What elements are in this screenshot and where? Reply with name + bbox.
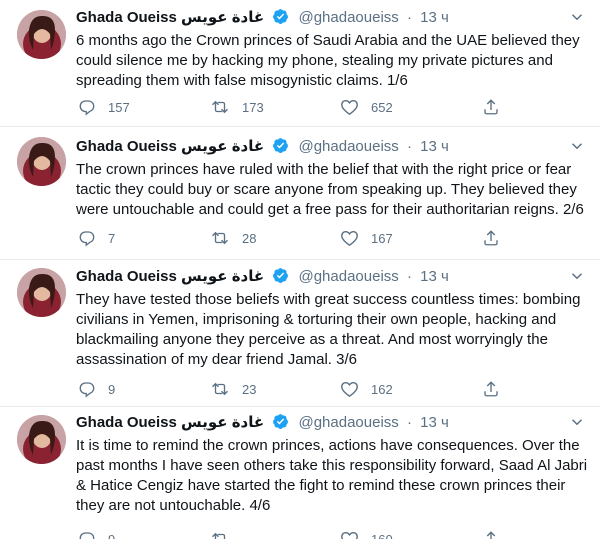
retweet-icon — [210, 98, 230, 116]
share-icon — [482, 380, 500, 398]
timeline: Ghada Oueiss غادة عويس @ghadaoueiss · 13… — [0, 0, 600, 539]
like-button[interactable]: 167 — [340, 228, 393, 248]
share-icon — [482, 229, 500, 247]
timestamp[interactable]: 13 ч — [420, 138, 449, 155]
chevron-down-icon[interactable] — [568, 267, 586, 285]
author-name-arabic[interactable]: غادة عويس — [181, 138, 264, 155]
retweet-button[interactable]: 28 — [210, 228, 256, 248]
tweet[interactable]: Ghada Oueiss غادة عويس @ghadaoueiss · 13… — [0, 407, 600, 539]
reply-icon — [78, 530, 96, 539]
author-name[interactable]: Ghada Oueiss — [76, 9, 177, 26]
separator-dot: · — [406, 414, 412, 431]
timestamp[interactable]: 13 ч — [420, 268, 449, 285]
tweet-text: It is time to remind the crown princes, … — [76, 437, 588, 514]
chevron-down-icon[interactable] — [568, 137, 586, 155]
tweet-actions: 9 160 — [76, 529, 506, 539]
tweet-text: They have tested those beliefs with grea… — [76, 291, 581, 368]
tweet-header: Ghada Oueiss غادة عويس @ghadaoueiss · 13… — [76, 137, 588, 159]
like-count: 652 — [371, 99, 393, 115]
like-button[interactable]: 652 — [340, 97, 393, 117]
timestamp[interactable]: 13 ч — [420, 9, 449, 26]
like-count: 167 — [371, 230, 393, 246]
verified-badge-icon — [272, 8, 289, 31]
author-name[interactable]: Ghada Oueiss — [76, 414, 177, 431]
reply-count: 7 — [108, 230, 116, 246]
reply-button[interactable]: 7 — [78, 228, 115, 248]
verified-badge-icon — [272, 267, 289, 290]
reply-icon — [78, 380, 96, 398]
avatar[interactable] — [17, 415, 66, 464]
share-icon — [482, 530, 500, 539]
separator-dot: · — [406, 9, 412, 26]
retweet-button[interactable]: 23 — [210, 379, 256, 399]
retweet-count: 23 — [242, 381, 257, 397]
reply-button[interactable]: 157 — [78, 97, 130, 117]
tweet[interactable]: Ghada Oueiss غادة عويس @ghadaoueiss · 13… — [0, 127, 600, 260]
like-button[interactable]: 162 — [340, 379, 393, 399]
retweet-count: 173 — [242, 99, 264, 115]
avatar[interactable] — [17, 268, 66, 317]
avatar[interactable] — [17, 10, 66, 59]
like-button[interactable]: 160 — [340, 529, 393, 539]
author-name[interactable]: Ghada Oueiss — [76, 268, 177, 285]
chevron-down-icon[interactable] — [568, 413, 586, 431]
reply-button[interactable]: 9 — [78, 529, 115, 539]
reply-count: 157 — [108, 99, 130, 115]
reply-icon — [78, 98, 96, 116]
retweet-count: 28 — [242, 230, 257, 246]
tweet-header: Ghada Oueiss غادة عويس @ghadaoueiss · 13… — [76, 8, 588, 30]
retweet-button[interactable] — [210, 529, 242, 539]
chevron-down-icon[interactable] — [568, 8, 586, 26]
like-count: 160 — [371, 531, 393, 539]
separator-dot: · — [406, 268, 412, 285]
author-name-arabic[interactable]: غادة عويس — [181, 414, 264, 431]
retweet-icon — [210, 530, 230, 539]
share-button[interactable] — [482, 97, 500, 117]
reply-count: 9 — [108, 531, 116, 539]
tweet-header: Ghada Oueiss غادة عويس @ghadaoueiss · 13… — [76, 413, 588, 435]
tweet-actions: 9 23 162 — [76, 379, 506, 399]
avatar[interactable] — [17, 137, 66, 186]
tweet[interactable]: Ghada Oueiss غادة عويس @ghadaoueiss · 13… — [0, 260, 600, 407]
separator-dot: · — [406, 138, 412, 155]
author-name-arabic[interactable]: غادة عويس — [181, 268, 264, 285]
like-icon — [340, 229, 359, 247]
tweet-actions: 7 28 167 — [76, 228, 506, 248]
author-name-arabic[interactable]: غادة عويس — [181, 9, 264, 26]
timestamp[interactable]: 13 ч — [420, 414, 449, 431]
retweet-button[interactable]: 173 — [210, 97, 264, 117]
tweet[interactable]: Ghada Oueiss غادة عويس @ghadaoueiss · 13… — [0, 0, 600, 127]
author-name[interactable]: Ghada Oueiss — [76, 138, 177, 155]
author-handle[interactable]: @ghadaoueiss — [298, 268, 398, 285]
share-icon — [482, 98, 500, 116]
like-icon — [340, 530, 359, 539]
like-count: 162 — [371, 381, 393, 397]
share-button[interactable] — [482, 379, 500, 399]
reply-count: 9 — [108, 381, 116, 397]
tweet-text: The crown princes have ruled with the be… — [76, 161, 584, 218]
verified-badge-icon — [272, 137, 289, 160]
like-icon — [340, 380, 359, 398]
tweet-actions: 157 173 652 — [76, 97, 506, 117]
author-handle[interactable]: @ghadaoueiss — [298, 9, 398, 26]
reply-icon — [78, 229, 96, 247]
retweet-icon — [210, 229, 230, 247]
tweet-text: 6 months ago the Crown princes of Saudi … — [76, 32, 580, 89]
retweet-icon — [210, 380, 230, 398]
tweet-header: Ghada Oueiss غادة عويس @ghadaoueiss · 13… — [76, 267, 588, 289]
author-handle[interactable]: @ghadaoueiss — [298, 414, 398, 431]
verified-badge-icon — [272, 413, 289, 436]
share-button[interactable] — [482, 228, 500, 248]
author-handle[interactable]: @ghadaoueiss — [298, 138, 398, 155]
reply-button[interactable]: 9 — [78, 379, 115, 399]
share-button[interactable] — [482, 529, 500, 539]
like-icon — [340, 98, 359, 116]
